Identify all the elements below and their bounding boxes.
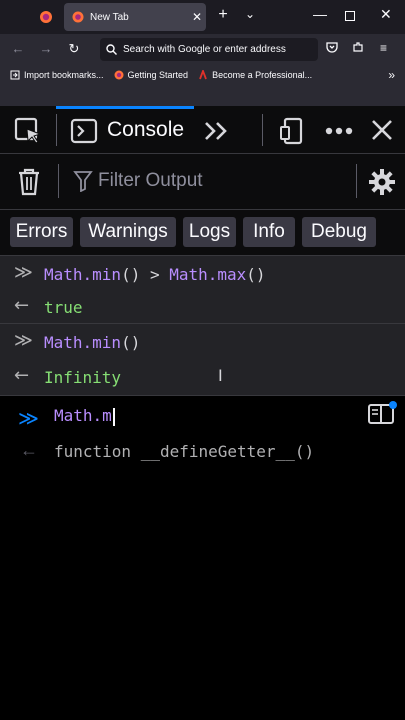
- filter-warnings-button[interactable]: Warnings: [80, 217, 176, 247]
- firefox-icon: [72, 11, 84, 23]
- bookmarks-toolbar: Import bookmarks... Getting Started Beco…: [0, 64, 405, 86]
- devtools-panel: Console Filter Output Errors Warnings Lo…: [0, 106, 405, 720]
- more-options-icon[interactable]: [322, 118, 356, 144]
- filter-separator: [356, 164, 357, 198]
- text-cursor-icon: I: [218, 366, 223, 385]
- tab-new-tab[interactable]: New Tab ✕: [64, 3, 206, 31]
- more-tools-chevron-icon[interactable]: [202, 118, 232, 144]
- bookmark-import[interactable]: Import bookmarks...: [10, 70, 104, 80]
- maximize-button[interactable]: [345, 11, 355, 21]
- gear-icon[interactable]: [366, 166, 398, 198]
- pocket-icon[interactable]: [326, 41, 338, 56]
- devtools-toolbar: Console: [0, 106, 405, 154]
- console-input-field[interactable]: Math.m: [54, 406, 115, 426]
- page-content-strip: [0, 86, 405, 106]
- code-token: Math: [44, 265, 83, 284]
- filter-info-button[interactable]: Info: [243, 217, 295, 247]
- code-token: Math: [169, 265, 208, 284]
- console-input-row: ≫ Math.min(): [0, 324, 405, 360]
- input-chevron-icon: ≫: [14, 330, 33, 351]
- prompt-chevron-icon: ≫: [18, 406, 39, 430]
- chevron-down-icon[interactable]: ⌄: [245, 7, 255, 21]
- close-icon[interactable]: ✕: [188, 10, 206, 24]
- search-icon: [106, 44, 117, 55]
- code-token: .min: [82, 265, 122, 284]
- menu-icon[interactable]: ≡: [380, 41, 387, 55]
- result-arrow-icon: ←: [14, 295, 30, 316]
- console-result-row: ← true: [0, 292, 405, 324]
- import-icon: [10, 70, 20, 80]
- code-token: Math: [44, 333, 83, 352]
- log-level-bar: Errors Warnings Logs Info Debug: [0, 210, 405, 256]
- console-input-row: ≫ Math.min() > Math.max(): [0, 256, 405, 292]
- console-input-area[interactable]: ≫ Math.m ← function __defineGetter__(): [0, 396, 405, 720]
- close-devtools-icon[interactable]: [368, 116, 396, 144]
- pinned-tab[interactable]: [32, 6, 60, 28]
- code-token: >: [140, 265, 170, 284]
- autocomplete-arrow-icon: ←: [20, 440, 38, 460]
- firefox-icon: [40, 11, 52, 23]
- autocomplete-hint: function __defineGetter__(): [54, 442, 315, 461]
- bookmark-label: Getting Started: [127, 70, 189, 80]
- minimize-button[interactable]: —: [313, 6, 327, 22]
- chevron-right-icon[interactable]: »: [388, 68, 395, 82]
- responsive-design-icon[interactable]: [278, 116, 306, 146]
- text-caret: [112, 407, 115, 426]
- filter-separator: [58, 164, 59, 198]
- code-token: (): [121, 265, 141, 284]
- trash-icon[interactable]: [14, 166, 44, 198]
- toolbar-separator: [56, 114, 57, 146]
- new-tab-button[interactable]: +: [214, 6, 232, 24]
- bookmark-label: Become a Professional...: [212, 70, 313, 80]
- code-token: .min: [82, 333, 122, 352]
- firefox-icon: [114, 70, 124, 80]
- filter-logs-button[interactable]: Logs: [183, 217, 236, 247]
- code-token: (): [121, 333, 141, 352]
- filter-errors-button[interactable]: Errors: [10, 217, 73, 247]
- extensions-icon[interactable]: [352, 41, 364, 56]
- filter-debug-button[interactable]: Debug: [302, 217, 376, 247]
- input-value: Math.m: [54, 406, 112, 425]
- bookmark-icon: [199, 70, 207, 80]
- toolbar-separator: [262, 114, 263, 146]
- forward-button[interactable]: →: [38, 41, 54, 56]
- element-picker-icon[interactable]: [12, 116, 44, 146]
- window-close-button[interactable]: ✕: [380, 6, 392, 23]
- bookmark-become-professional[interactable]: Become a Professional...: [198, 70, 312, 80]
- filter-icon: [72, 169, 94, 193]
- url-placeholder: Search with Google or enter address: [123, 44, 286, 55]
- reload-button[interactable]: ↻: [66, 41, 82, 57]
- console-result-text: Infinity: [44, 368, 122, 387]
- result-arrow-icon: ←: [14, 365, 30, 386]
- tab-bar: New Tab ✕ + ⌄ — ✕: [0, 0, 405, 34]
- navigation-bar: ← → ↻ Search with Google or enter addres…: [0, 34, 405, 64]
- bookmark-label: Import bookmarks...: [24, 70, 104, 80]
- code-token: (): [246, 265, 266, 284]
- console-input-text[interactable]: Math.min(): [44, 333, 140, 352]
- tab-title: New Tab: [90, 11, 129, 23]
- editor-mode-toggle-icon[interactable]: [368, 400, 398, 426]
- tab-console[interactable]: Console: [107, 118, 184, 142]
- code-token: .max: [207, 265, 247, 284]
- filter-bar: Filter Output: [0, 154, 405, 210]
- bookmark-getting-started[interactable]: Getting Started: [114, 70, 189, 80]
- console-result-row: ← Infinity I: [0, 360, 405, 396]
- url-bar[interactable]: Search with Google or enter address: [100, 38, 318, 61]
- console-result-text: true: [44, 298, 83, 317]
- filter-input[interactable]: Filter Output: [98, 170, 203, 192]
- active-tab-indicator: [56, 106, 194, 109]
- input-chevron-icon: ≫: [14, 262, 33, 283]
- console-input-text[interactable]: Math.min() > Math.max(): [44, 265, 266, 284]
- console-icon[interactable]: [68, 116, 100, 146]
- back-button[interactable]: ←: [10, 41, 26, 56]
